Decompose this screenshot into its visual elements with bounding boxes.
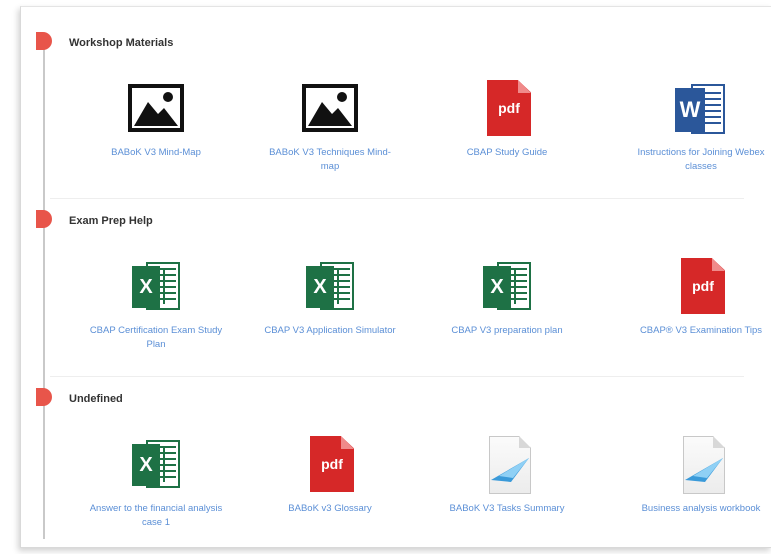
- resource-item[interactable]: pdf BABoK v3 Glossary: [255, 436, 405, 516]
- image-icon: [298, 80, 362, 140]
- resource-link[interactable]: Answer to the financial analysis case 1: [81, 502, 231, 530]
- resource-link[interactable]: BABoK V3 Mind-Map: [81, 146, 231, 160]
- timeline-line: [43, 34, 45, 539]
- excel-icon: X: [124, 258, 188, 318]
- resource-link[interactable]: CBAP Certification Exam Study Plan: [81, 324, 231, 352]
- resource-link[interactable]: Instructions for Joining Webex classes: [626, 146, 771, 174]
- resource-item[interactable]: BABoK V3 Techniques Mind-map: [255, 80, 405, 174]
- pdf-icon: pdf: [298, 436, 362, 496]
- resource-item[interactable]: X CBAP Certification Exam Study Plan: [81, 258, 231, 352]
- resource-link[interactable]: BABoK v3 Glossary: [255, 502, 405, 516]
- resource-link[interactable]: CBAP® V3 Examination Tips: [626, 324, 771, 338]
- section-divider: [50, 198, 744, 199]
- section-title: Undefined: [69, 393, 123, 405]
- file-icon: [475, 436, 539, 496]
- resource-link[interactable]: Business analysis workbook: [626, 502, 771, 516]
- resource-item[interactable]: pdf CBAP® V3 Examination Tips: [626, 258, 771, 338]
- section-divider: [50, 376, 744, 377]
- file-icon: [669, 436, 733, 496]
- resource-item[interactable]: Business analysis workbook: [626, 436, 771, 516]
- word-icon: W: [669, 80, 733, 140]
- resource-link[interactable]: BABoK V3 Techniques Mind-map: [255, 146, 405, 174]
- pdf-icon: pdf: [475, 80, 539, 140]
- resource-item[interactable]: BABoK V3 Tasks Summary: [432, 436, 582, 516]
- resource-item[interactable]: X CBAP V3 Application Simulator: [255, 258, 405, 338]
- excel-icon: X: [124, 436, 188, 496]
- pdf-icon: pdf: [669, 258, 733, 318]
- resource-item[interactable]: BABoK V3 Mind-Map: [81, 80, 231, 160]
- resource-item[interactable]: X Answer to the financial analysis case …: [81, 436, 231, 530]
- resource-link[interactable]: CBAP V3 preparation plan: [432, 324, 582, 338]
- section-title: Exam Prep Help: [69, 215, 153, 227]
- excel-icon: X: [475, 258, 539, 318]
- image-icon: [124, 80, 188, 140]
- resource-link[interactable]: CBAP V3 Application Simulator: [255, 324, 405, 338]
- resource-item[interactable]: pdf CBAP Study Guide: [432, 80, 582, 160]
- section-title: Workshop Materials: [69, 37, 174, 49]
- resource-link[interactable]: CBAP Study Guide: [432, 146, 582, 160]
- resource-item[interactable]: X CBAP V3 preparation plan: [432, 258, 582, 338]
- resource-link[interactable]: BABoK V3 Tasks Summary: [432, 502, 582, 516]
- resource-item[interactable]: W Instructions for Joining Webex classes: [626, 80, 771, 174]
- excel-icon: X: [298, 258, 362, 318]
